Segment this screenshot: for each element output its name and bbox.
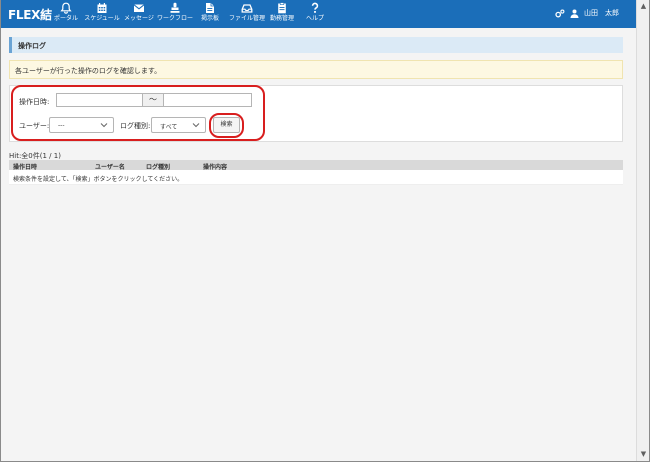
envelope-icon <box>133 4 145 12</box>
scroll-down-arrow-icon[interactable]: ▼ <box>639 450 648 459</box>
table-row: 検索条件を設定して、「検索」ボタンをクリックしてください。 <box>9 170 623 185</box>
results-table: 操作日時 ユーザー名 ログ種別 操作内容 検索条件を設定して、「検索」ボタンをク… <box>9 160 623 185</box>
nav-label: 勤務管理 <box>269 15 294 22</box>
page-title: 操作ログ <box>18 42 46 50</box>
stamp-icon <box>170 2 180 13</box>
user-menu[interactable]: 山田 太郎 <box>555 8 619 18</box>
nav-schedule[interactable]: スケジュール <box>84 2 120 26</box>
question-icon <box>311 2 319 13</box>
notice-text: 各ユーザーが行った操作のログを確認します。 <box>15 67 162 75</box>
vertical-scrollbar[interactable]: ▲ ▼ <box>636 0 649 461</box>
board-icon <box>206 3 214 13</box>
inbox-icon <box>241 4 253 13</box>
table-header: 操作日時 ユーザー名 ログ種別 操作内容 <box>9 160 623 171</box>
scroll-up-arrow-icon[interactable]: ▲ <box>639 2 648 11</box>
nav-label: ポータル <box>53 15 78 22</box>
nav-label: メッセージ <box>124 15 154 22</box>
calendar-icon <box>97 3 107 13</box>
info-notice: 各ユーザーが行った操作のログを確認します。 <box>9 60 623 79</box>
user-name[interactable]: 山田 太郎 <box>584 8 619 18</box>
clipboard-icon <box>278 2 286 14</box>
nav-label: ヘルプ <box>305 15 324 22</box>
nav-message[interactable]: メッセージ <box>122 2 156 26</box>
nav-label: ファイル管理 <box>228 15 265 22</box>
user-icon <box>570 9 579 18</box>
settings-icon[interactable] <box>555 9 565 18</box>
bell-icon <box>60 2 72 14</box>
nav-label: スケジュール <box>84 15 120 22</box>
nav-file-management[interactable]: ファイル管理 <box>227 2 267 26</box>
nav-label: ワークフロー <box>157 15 194 22</box>
nav-label: 掲示板 <box>200 15 219 22</box>
top-navigation-bar: FLEX結 ポータル スケジュール メッセージ ワークフロー 掲示板 ファイル管… <box>1 0 637 28</box>
page-title-bar: 操作ログ <box>9 37 623 53</box>
nav-help[interactable]: ヘルプ <box>304 2 326 26</box>
nav-attendance-management[interactable]: 勤務管理 <box>267 2 297 26</box>
search-button-highlight-annotation <box>209 113 244 138</box>
nav-portal[interactable]: ポータル <box>49 2 83 26</box>
nav-bulletin-board[interactable]: 掲示板 <box>198 2 222 26</box>
empty-message: 検索条件を設定して、「検索」ボタンをクリックしてください。 <box>13 176 184 183</box>
nav-workflow[interactable]: ワークフロー <box>157 2 193 26</box>
app-logo[interactable]: FLEX結 <box>8 6 52 23</box>
